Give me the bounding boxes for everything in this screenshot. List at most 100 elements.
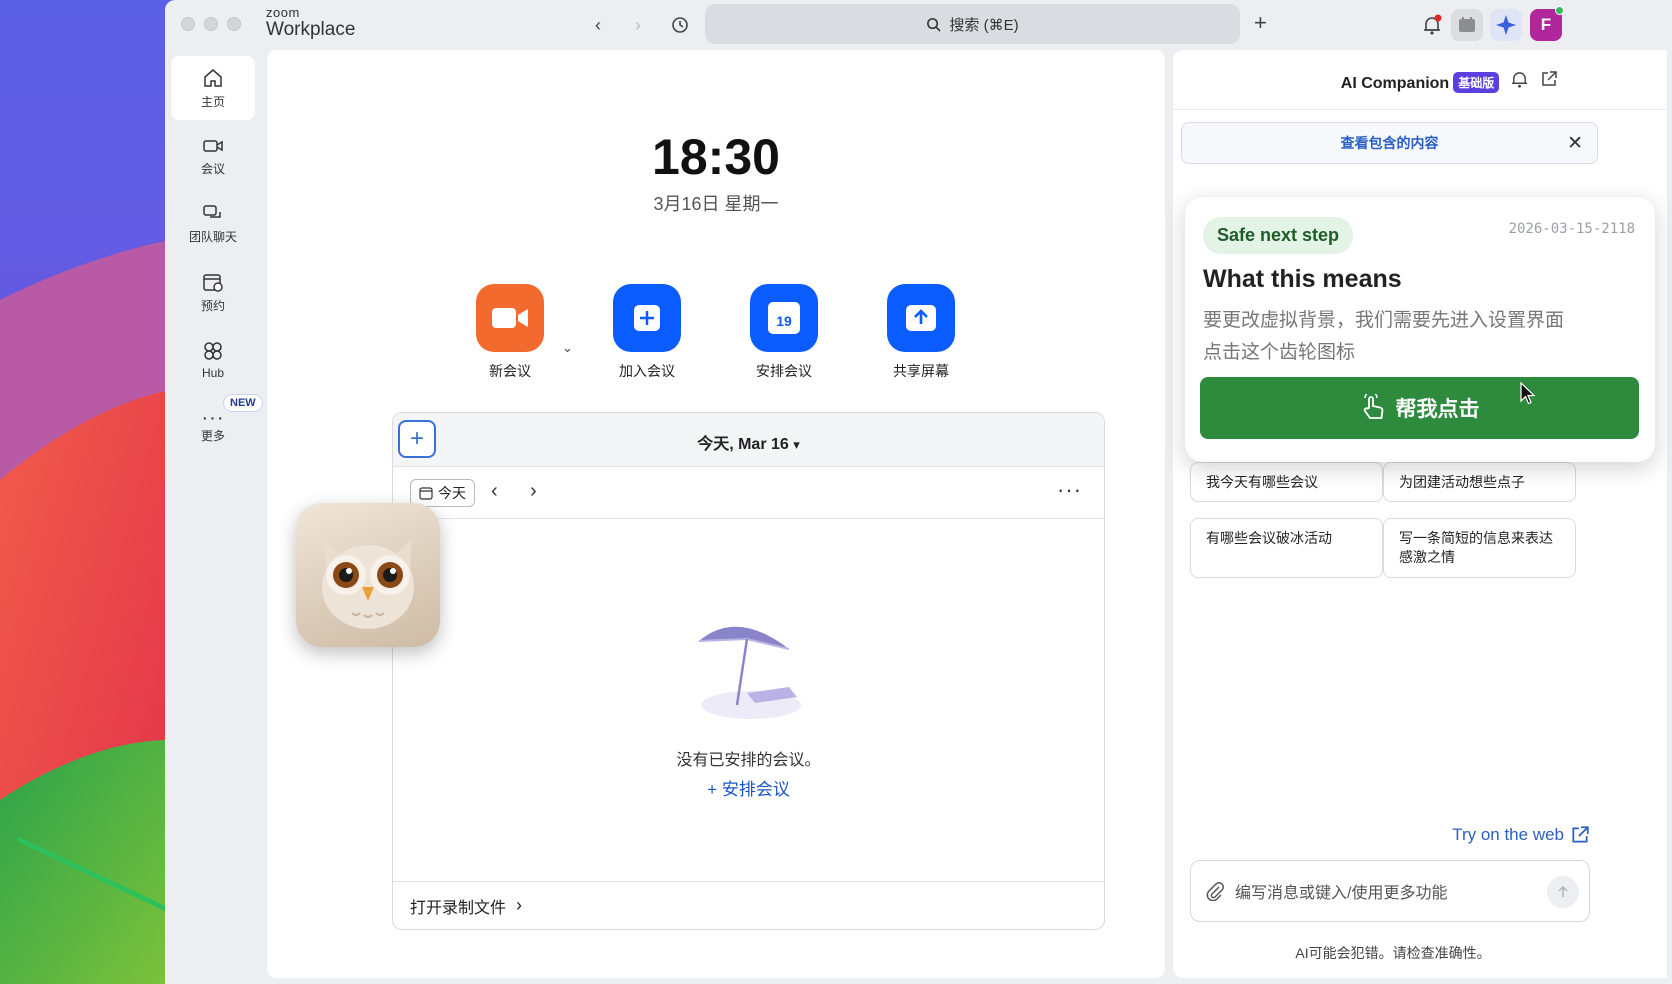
suggestion-chip[interactable]: 有哪些会议破冰活动 bbox=[1190, 518, 1383, 578]
suggestion-chip[interactable]: 我今天有哪些会议 bbox=[1190, 462, 1383, 502]
prev-day-button[interactable]: ‹ bbox=[491, 480, 498, 503]
sidebar-item-label: 团队聊天 bbox=[188, 229, 237, 244]
open-recordings-button[interactable]: 打开录制文件 › bbox=[393, 881, 1104, 929]
sidebar-item-meetings[interactable]: 会议 bbox=[171, 124, 255, 188]
suggestion-chip[interactable]: 写一条简短的信息来表达感激之情 bbox=[1383, 518, 1576, 578]
current-date: 3月16日 星期一 bbox=[653, 194, 779, 214]
more-icon: ··· bbox=[1057, 477, 1082, 502]
calendar-apps-icon bbox=[1459, 17, 1475, 32]
sidebar-item-scheduler[interactable]: 预约 bbox=[171, 260, 255, 324]
owl-assistant-avatar[interactable] bbox=[296, 503, 440, 647]
video-icon bbox=[203, 139, 223, 152]
chevron-down-icon: ⌄ bbox=[562, 340, 573, 355]
message-composer[interactable]: 编写消息或键入/使用更多功能 bbox=[1190, 860, 1590, 922]
suggestion-chip[interactable]: 为团建活动想些点子 bbox=[1383, 462, 1576, 502]
sidebar-item-label: 更多 bbox=[200, 428, 225, 443]
history-icon bbox=[672, 17, 688, 33]
join-meeting-tile[interactable] bbox=[613, 284, 681, 352]
chevron-down-icon: ▾ bbox=[793, 437, 800, 452]
current-time: 18:30 bbox=[652, 129, 780, 185]
action-label: 新会议 bbox=[489, 363, 531, 379]
arrow-up-icon bbox=[1558, 885, 1568, 897]
send-button[interactable] bbox=[1547, 876, 1579, 908]
whiteboard-button[interactable] bbox=[1451, 9, 1483, 41]
ai-companion-button[interactable] bbox=[1490, 9, 1522, 41]
video-camera-icon bbox=[492, 308, 528, 328]
beach-umbrella-icon bbox=[698, 626, 801, 719]
brand-top: zoom bbox=[266, 5, 300, 20]
external-link-icon bbox=[1542, 71, 1557, 86]
calendar-title: 今天, Mar 16 bbox=[697, 436, 789, 453]
open-recordings-label: 打开录制文件 bbox=[410, 899, 507, 917]
window-controls bbox=[181, 17, 241, 31]
paperclip-icon[interactable] bbox=[1205, 881, 1225, 901]
ai-companion-panel: AI Companion 基础版 查看包含的内容 ✕ 我今天有哪些会议 为团建活动… bbox=[1173, 50, 1667, 978]
close-icon[interactable]: ✕ bbox=[1567, 132, 1583, 155]
calendar-clock-icon bbox=[203, 273, 223, 292]
help-me-click-button[interactable]: 帮我点击 bbox=[1200, 377, 1639, 439]
avatar-initial: F bbox=[1540, 15, 1552, 34]
sidebar-item-home[interactable]: 主页 bbox=[171, 56, 255, 120]
sidebar-item-more[interactable]: ··· 更多 NEW bbox=[171, 394, 263, 460]
share-screen-button[interactable]: 共享屏幕 bbox=[871, 284, 971, 381]
companion-popout-button[interactable] bbox=[1540, 70, 1558, 93]
schedule-meeting-tile[interactable]: 19 bbox=[750, 284, 818, 352]
calendar-date-selector[interactable]: 今天, Mar 16 ▾ bbox=[393, 430, 1104, 454]
chevron-left-icon: ‹ bbox=[491, 480, 498, 502]
back-button[interactable]: ‹ bbox=[585, 12, 611, 38]
minimize-window-button[interactable] bbox=[204, 17, 218, 31]
calendar-small-icon bbox=[419, 487, 433, 500]
try-on-web-label: Try on the web bbox=[1452, 825, 1564, 844]
sparkle-icon bbox=[1496, 15, 1516, 35]
search-bar[interactable]: 搜索 (⌘E) bbox=[705, 4, 1240, 44]
hub-icon bbox=[204, 342, 222, 360]
companion-title: AI Companion bbox=[1340, 75, 1450, 92]
zoom-window-button[interactable] bbox=[227, 17, 241, 31]
chevron-left-icon: ‹ bbox=[595, 14, 601, 35]
title-bar: zoom Workplace ‹ › 搜索 (⌘E) + F bbox=[165, 0, 1672, 50]
sidebar-item-label: 预约 bbox=[200, 298, 225, 313]
calendar-widget: + 今天, Mar 16 ▾ 今天 ‹ › ··· 没有已安排的会议。 + 安排… bbox=[392, 412, 1105, 930]
mouse-cursor-icon bbox=[1520, 382, 1536, 405]
view-included-bar[interactable]: 查看包含的内容 ✕ bbox=[1181, 122, 1598, 164]
sidebar-item-team-chat[interactable]: 团队聊天 bbox=[171, 192, 255, 256]
guide-title: What this means bbox=[1203, 265, 1402, 293]
new-meeting-button[interactable]: 新会议 bbox=[460, 284, 560, 381]
notifications-button[interactable] bbox=[1416, 9, 1448, 41]
companion-bell-button[interactable] bbox=[1510, 70, 1529, 94]
close-window-button[interactable] bbox=[181, 17, 195, 31]
empty-state-illustration bbox=[393, 613, 1104, 728]
plus-icon: + bbox=[707, 780, 722, 799]
help-me-click-label: 帮我点击 bbox=[1395, 398, 1480, 421]
try-on-web-link[interactable]: Try on the web bbox=[1452, 825, 1590, 845]
plan-badge: 基础版 bbox=[1453, 72, 1500, 93]
ai-disclaimer: AI可能会犯错。请检查准确性。 bbox=[1295, 945, 1491, 961]
sidebar-item-label: 会议 bbox=[200, 161, 225, 176]
more-icon: ··· bbox=[201, 406, 225, 429]
join-meeting-button[interactable]: 加入会议 bbox=[597, 284, 697, 381]
no-meetings-text: 没有已安排的会议。 bbox=[676, 752, 821, 769]
plus-icon: + bbox=[1254, 10, 1267, 35]
action-label: 加入会议 bbox=[619, 363, 675, 379]
history-button[interactable] bbox=[667, 12, 693, 38]
zoom-window: zoom Workplace ‹ › 搜索 (⌘E) + F 主页 会议 团队聊… bbox=[165, 0, 1672, 984]
new-meeting-tile[interactable] bbox=[476, 284, 544, 352]
sidebar-item-hub[interactable]: Hub bbox=[171, 328, 255, 392]
share-screen-tile[interactable] bbox=[887, 284, 955, 352]
new-meeting-dropdown[interactable]: ⌄ bbox=[562, 340, 573, 356]
calendar-more-button[interactable]: ··· bbox=[1057, 477, 1082, 503]
next-day-button[interactable]: › bbox=[530, 480, 537, 503]
action-label: 安排会议 bbox=[756, 363, 812, 379]
guide-body: 要更改虚拟背景，我们需要先进入设置界面 点击这个齿轮图标 bbox=[1203, 305, 1564, 370]
schedule-meeting-link[interactable]: + 安排会议 bbox=[707, 780, 790, 799]
forward-button[interactable]: › bbox=[625, 12, 651, 38]
home-icon bbox=[204, 68, 222, 87]
guide-timestamp: 2026-03-15-2118 bbox=[1508, 221, 1635, 237]
new-tab-button[interactable]: + bbox=[1254, 10, 1267, 36]
chat-icon bbox=[203, 204, 221, 218]
guide-line-1: 要更改虚拟背景，我们需要先进入设置界面 bbox=[1203, 310, 1565, 331]
sidebar-item-label: Hub bbox=[201, 366, 224, 380]
chevron-right-icon: › bbox=[516, 895, 523, 915]
schedule-meeting-button[interactable]: 19 安排会议 bbox=[734, 284, 834, 381]
composer-placeholder: 编写消息或键入/使用更多功能 bbox=[1235, 885, 1448, 902]
